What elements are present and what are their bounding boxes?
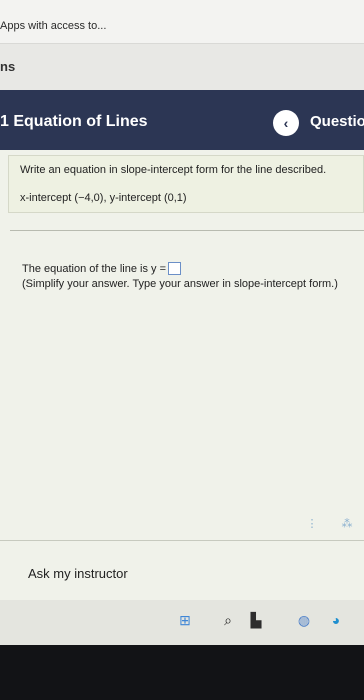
intercept-values: x-intercept (−4,0), y-intercept (0,1) bbox=[20, 192, 187, 204]
tool-icon[interactable]: ⋮ bbox=[306, 518, 318, 530]
answer-line: The equation of the line is y = bbox=[22, 262, 182, 275]
bookmark-apps-with-access[interactable]: Apps with access to... bbox=[0, 20, 106, 32]
chrome-icon[interactable]: ◍ bbox=[296, 612, 312, 628]
assignment-title: 1 Equation of Lines bbox=[0, 113, 148, 130]
edge-icon[interactable]: ◕ bbox=[328, 612, 344, 628]
start-icon[interactable]: ⊞ bbox=[177, 612, 193, 628]
partial-nav-text: ns bbox=[0, 59, 16, 74]
search-icon[interactable]: ⌕ bbox=[220, 612, 236, 628]
chevron-left-icon: ‹ bbox=[283, 115, 289, 131]
answer-instructions: (Simplify your answer. Type your answer … bbox=[22, 278, 338, 290]
previous-question-button[interactable]: ‹ bbox=[273, 110, 299, 136]
tool-icon[interactable]: ⁂ bbox=[340, 518, 354, 530]
section-divider bbox=[10, 230, 364, 231]
footer-divider bbox=[0, 540, 364, 541]
partial-nav-strip bbox=[0, 44, 364, 90]
ask-my-instructor-button[interactable]: Ask my instructor bbox=[28, 566, 128, 581]
answer-input-box[interactable] bbox=[168, 262, 182, 275]
question-prompt: Write an equation in slope-intercept for… bbox=[20, 164, 327, 176]
file-explorer-icon[interactable]: ▙ bbox=[248, 612, 264, 628]
answer-prefix: The equation of the line is y = bbox=[22, 263, 167, 275]
question-nav-label[interactable]: Questio bbox=[310, 113, 364, 130]
monitor-bezel bbox=[0, 645, 364, 700]
